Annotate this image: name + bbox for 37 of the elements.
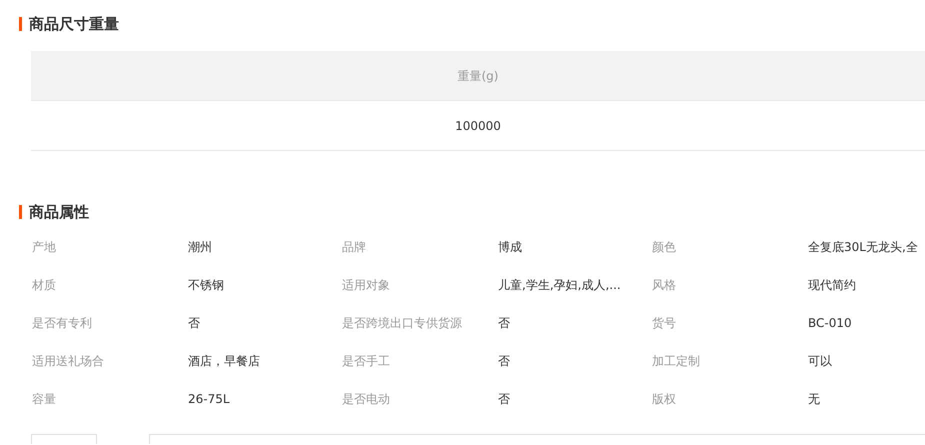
attribute-value: 现代简约 [808, 277, 857, 294]
attribute-value: 儿童,学生,孕妇,成人,... [498, 277, 622, 294]
section-title: 商品尺寸重量 [29, 14, 119, 34]
attribute-label: 是否有专利 [32, 315, 93, 332]
attribute-value: 博成 [498, 239, 523, 256]
attribute-label: 版权 [652, 391, 677, 408]
attribute-value: 否 [498, 391, 511, 408]
attribute-value: 否 [498, 315, 511, 332]
attribute-value: 无 [808, 391, 821, 408]
table-cell-text: 100000 [455, 118, 501, 134]
attribute-label: 产地 [32, 239, 57, 256]
attribute-value: 酒店，早餐店 [188, 353, 261, 370]
attribute-value: 不锈钢 [188, 277, 225, 294]
attribute-value: 可以 [808, 353, 833, 370]
accent-bar [19, 205, 22, 219]
attribute-value: BC-010 [808, 315, 853, 332]
column-header: 重量(g) [458, 68, 498, 84]
attribute-label: 风格 [652, 277, 677, 294]
attribute-label: 材质 [32, 277, 57, 294]
attribute-label: 适用送礼场合 [32, 353, 105, 370]
attribute-label: 是否跨境出口专供货源 [342, 315, 463, 332]
section-title: 商品属性 [29, 202, 89, 222]
panel-edge [31, 434, 97, 444]
attribute-label: 是否电动 [342, 391, 391, 408]
attribute-label: 加工定制 [652, 353, 701, 370]
attribute-value: 26-75L [188, 391, 231, 408]
attribute-value: 否 [188, 315, 201, 332]
attribute-label: 品牌 [342, 239, 367, 256]
attribute-label: 是否手工 [342, 353, 391, 370]
attribute-value: 潮州 [188, 239, 213, 256]
attribute-value: 全复底30L无龙头,全 [808, 239, 919, 256]
attribute-value: 否 [498, 353, 511, 370]
attribute-label: 适用对象 [342, 277, 391, 294]
attribute-label: 货号 [652, 315, 677, 332]
attribute-label: 容量 [32, 391, 57, 408]
accent-bar [19, 17, 22, 31]
attribute-label: 颜色 [652, 239, 677, 256]
